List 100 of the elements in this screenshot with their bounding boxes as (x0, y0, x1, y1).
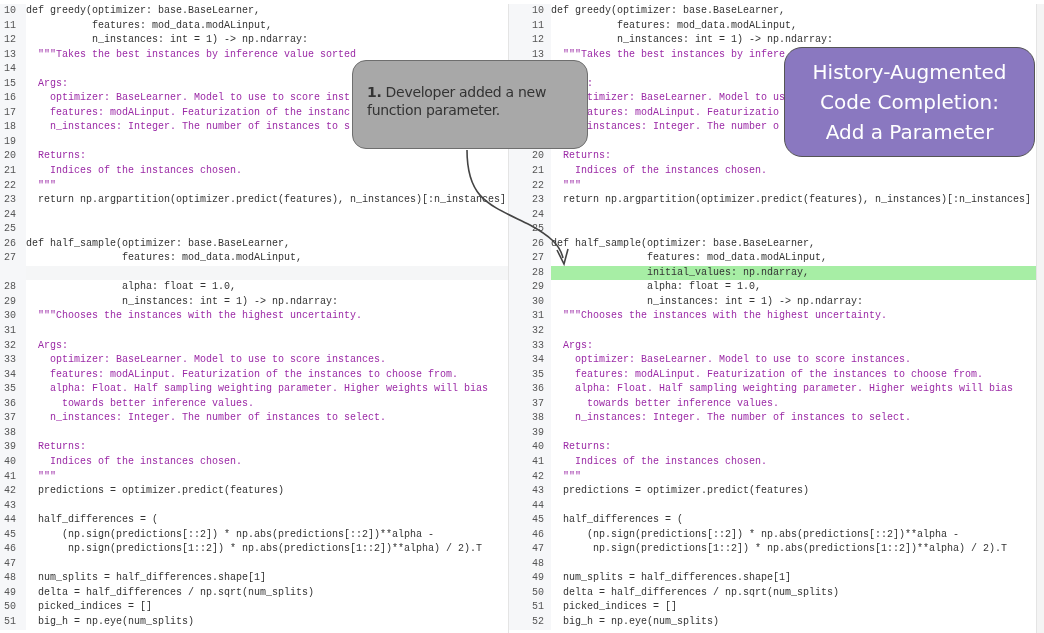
line-number: 31 (4, 325, 16, 337)
code-line: big_h = np.eye(num_splits) (563, 614, 720, 629)
line-number: 12 (4, 34, 16, 46)
line-number: 10 (532, 5, 544, 16)
line-number: 49 (4, 586, 16, 598)
line-number: 18 (4, 121, 16, 133)
line-number: 26 (532, 237, 544, 249)
line-number: 27 (532, 252, 544, 264)
code-line: delta = half_differences / np.sqrt(num_splits) (38, 585, 315, 600)
code-line: """Chooses the instances with the highest uncertainty. (563, 309, 888, 324)
code-line: Indices of the instances chosen. (50, 164, 243, 178)
line-number: 40 (532, 441, 544, 453)
line-number: 42 (4, 485, 16, 497)
code-line: alpha: float = 1.0, (122, 280, 237, 295)
line-number: 26 (4, 237, 16, 249)
line-number: 10 (4, 5, 16, 16)
line-number: 52 (532, 615, 544, 627)
line-number: 30 (4, 310, 16, 322)
line-number: 22 (4, 179, 16, 191)
code-line: n_instances: int = 1) -> np.ndarray: (647, 294, 864, 309)
code-line: initial_values: np.ndarray, (647, 265, 810, 280)
line-number: 14 (4, 63, 16, 75)
code-line: """ (563, 469, 582, 484)
line-number: 16 (4, 92, 16, 104)
line-number: 32 (4, 339, 16, 351)
line-number: 32 (532, 325, 544, 337)
code-line: n_instances: Integer. The number of instances to select. (50, 411, 387, 426)
code-line: half_differences = ( (38, 513, 159, 528)
line-number: 42 (532, 470, 544, 482)
code-line: num_splits = half_differences.shape[1] (38, 571, 267, 586)
code-line: towards better inference values. (62, 396, 255, 411)
line-number: 48 (532, 557, 544, 569)
line-number: 38 (532, 412, 544, 424)
code-line: predictions = optimizer.predict(features) (563, 484, 810, 499)
code-line: towards better inference values. (587, 396, 780, 411)
code-line: Returns: (563, 149, 612, 164)
line-number: 41 (4, 470, 16, 482)
line-number: 41 (532, 455, 544, 467)
line-number: 17 (4, 106, 16, 118)
line-number: 51 (4, 615, 16, 627)
code-line: """Chooses the instances with the highest uncertainty. (38, 309, 363, 324)
code-line: Returns: (563, 440, 612, 455)
code-line: """ (563, 178, 582, 193)
code-line: Args: (563, 338, 594, 353)
line-number: 28 (532, 266, 544, 278)
code-line: Args: (38, 338, 69, 353)
line-number: 50 (532, 586, 544, 598)
line-number: 15 (4, 77, 16, 89)
code-line: optimizer: BaseLearner. Model to use to score instances. (575, 353, 912, 368)
line-number: 40 (4, 455, 16, 467)
line-number: 33 (532, 339, 544, 351)
code-line: alpha: Float. Half sampling weighting parameter. Higher weights will bias (50, 382, 489, 397)
line-number: 30 (532, 295, 544, 307)
line-number: 45 (532, 514, 544, 526)
line-number: 49 (532, 572, 544, 584)
line-number: 24 (532, 208, 544, 220)
line-number: 43 (4, 499, 16, 511)
line-number: 51 (532, 601, 544, 613)
line-number: 38 (4, 426, 16, 438)
code-line: n_instances: Integer. The number of instances to s (50, 120, 351, 135)
line-number: 48 (4, 572, 16, 584)
line-number: 20 (4, 150, 16, 162)
line-number: 29 (532, 281, 544, 293)
code-line: picked_indices = [] (563, 600, 678, 615)
scrollbar[interactable] (1037, 4, 1044, 633)
line-number: 33 (4, 354, 16, 366)
line-number: 23 (532, 194, 544, 206)
code-line: Indices of the instances chosen. (575, 164, 768, 178)
line-number: 24 (4, 208, 16, 220)
line-number: 35 (532, 368, 544, 380)
code-line: """Takes the best instances by infere (563, 47, 786, 62)
code-line: picked_indices = [] (38, 600, 153, 615)
line-number: 36 (4, 397, 16, 409)
code-line: alpha: Float. Half sampling weighting parameter. Higher weights will bias (575, 382, 1014, 397)
line-number: 36 (532, 383, 544, 395)
code-line: features: modALinput. Featurization of the instances to choose from. (50, 367, 459, 382)
code-line: instances: Integer. The number o (587, 120, 780, 135)
line-number: 34 (532, 354, 544, 366)
code-line: (np.sign(predictions[::2]) * np.abs(predictions[::2])**alpha - (62, 527, 435, 542)
code-line: """ (38, 469, 57, 484)
code-line: n_instances: int = 1) -> np.ndarray: (122, 294, 339, 309)
code-line: optimizer: BaseLearner. Model to use to score inst (50, 91, 351, 106)
line-number: 29 (4, 295, 16, 307)
line-number: 34 (4, 368, 16, 380)
line-number: 28 (4, 281, 16, 293)
code-line: : (587, 76, 594, 91)
title-card: History-Augmented Code Completion: Add a Parameter (784, 47, 1035, 157)
line-number: 25 (4, 223, 16, 235)
line-number: 27 (4, 252, 16, 264)
code-line: optimizer: BaseLearner. Model to use to score instances. (50, 353, 387, 368)
code-line: n_instances: int = 1) -> np.ndarray: (92, 33, 309, 48)
code-line: np.sign(predictions[1::2]) * np.abs(predictions[1::2])**alpha) / 2).T (593, 542, 1008, 557)
code-line: Args: (38, 76, 69, 91)
line-number: 37 (4, 412, 16, 424)
line-number: 39 (532, 426, 544, 438)
code-line: timizer: BaseLearner. Model to us (587, 91, 786, 106)
line-number: 13 (532, 48, 544, 60)
line-number: 31 (532, 310, 544, 322)
code-line: n_instances: int = 1) -> np.ndarray: (617, 33, 834, 48)
code-line: return np.argpartition(optimizer.predict(features), n_instances)[:n_instances] (563, 193, 1032, 208)
